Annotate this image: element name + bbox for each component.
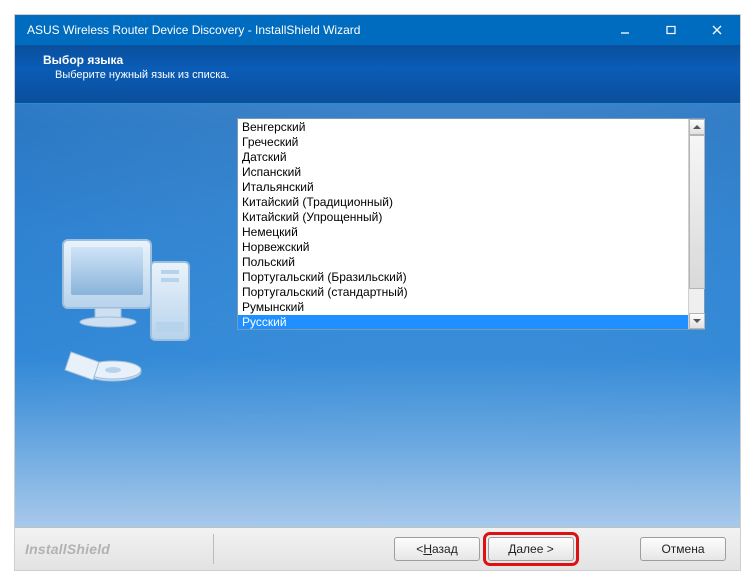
wizard-footer: InstallShield < Назад Далее > Отмена bbox=[15, 527, 740, 570]
window-title: ASUS Wireless Router Device Discovery - … bbox=[27, 23, 602, 37]
list-item[interactable]: Польский bbox=[238, 255, 688, 270]
back-button[interactable]: < Назад bbox=[394, 537, 480, 561]
list-item[interactable]: Греческий bbox=[238, 135, 688, 150]
titlebar-buttons bbox=[602, 15, 740, 45]
page-subtitle: Выберите нужный язык из списка. bbox=[43, 69, 722, 81]
computer-illustration-icon bbox=[43, 234, 213, 404]
list-item[interactable]: Испанский bbox=[238, 165, 688, 180]
list-item[interactable]: Китайский (Упрощенный) bbox=[238, 210, 688, 225]
list-item[interactable]: Датский bbox=[238, 150, 688, 165]
list-item[interactable]: Немецкий bbox=[238, 225, 688, 240]
page-title: Выбор языка bbox=[43, 53, 722, 67]
list-item[interactable]: Венгерский bbox=[238, 120, 688, 135]
list-item[interactable]: Норвежский bbox=[238, 240, 688, 255]
maximize-button[interactable] bbox=[648, 15, 694, 45]
close-button[interactable] bbox=[694, 15, 740, 45]
list-item[interactable]: Китайский (Традиционный) bbox=[238, 195, 688, 210]
wizard-header: Выбор языка Выберите нужный язык из спис… bbox=[15, 45, 740, 103]
installer-window: ASUS Wireless Router Device Discovery - … bbox=[14, 14, 741, 571]
cancel-button[interactable]: Отмена bbox=[640, 537, 726, 561]
language-list-items: ВенгерскийГреческийДатскийИспанскийИталь… bbox=[238, 119, 688, 329]
list-item[interactable]: Португальский (стандартный) bbox=[238, 285, 688, 300]
wizard-content: ВенгерскийГреческийДатскийИспанскийИталь… bbox=[15, 103, 740, 527]
language-listbox[interactable]: ВенгерскийГреческийДатскийИспанскийИталь… bbox=[237, 118, 705, 330]
list-item[interactable]: Румынский bbox=[238, 300, 688, 315]
listbox-scrollbar[interactable] bbox=[688, 119, 704, 329]
minimize-button[interactable] bbox=[602, 15, 648, 45]
scroll-thumb[interactable] bbox=[689, 135, 705, 289]
titlebar: ASUS Wireless Router Device Discovery - … bbox=[15, 15, 740, 45]
scroll-down-button[interactable] bbox=[689, 313, 705, 329]
scroll-up-button[interactable] bbox=[689, 119, 705, 135]
footer-separator bbox=[213, 534, 214, 564]
installshield-brand: InstallShield bbox=[25, 541, 213, 557]
list-item[interactable]: Итальянский bbox=[238, 180, 688, 195]
next-button[interactable]: Далее > bbox=[488, 537, 574, 561]
list-item[interactable]: Португальский (Бразильский) bbox=[238, 270, 688, 285]
list-item[interactable]: Русский bbox=[238, 315, 688, 329]
